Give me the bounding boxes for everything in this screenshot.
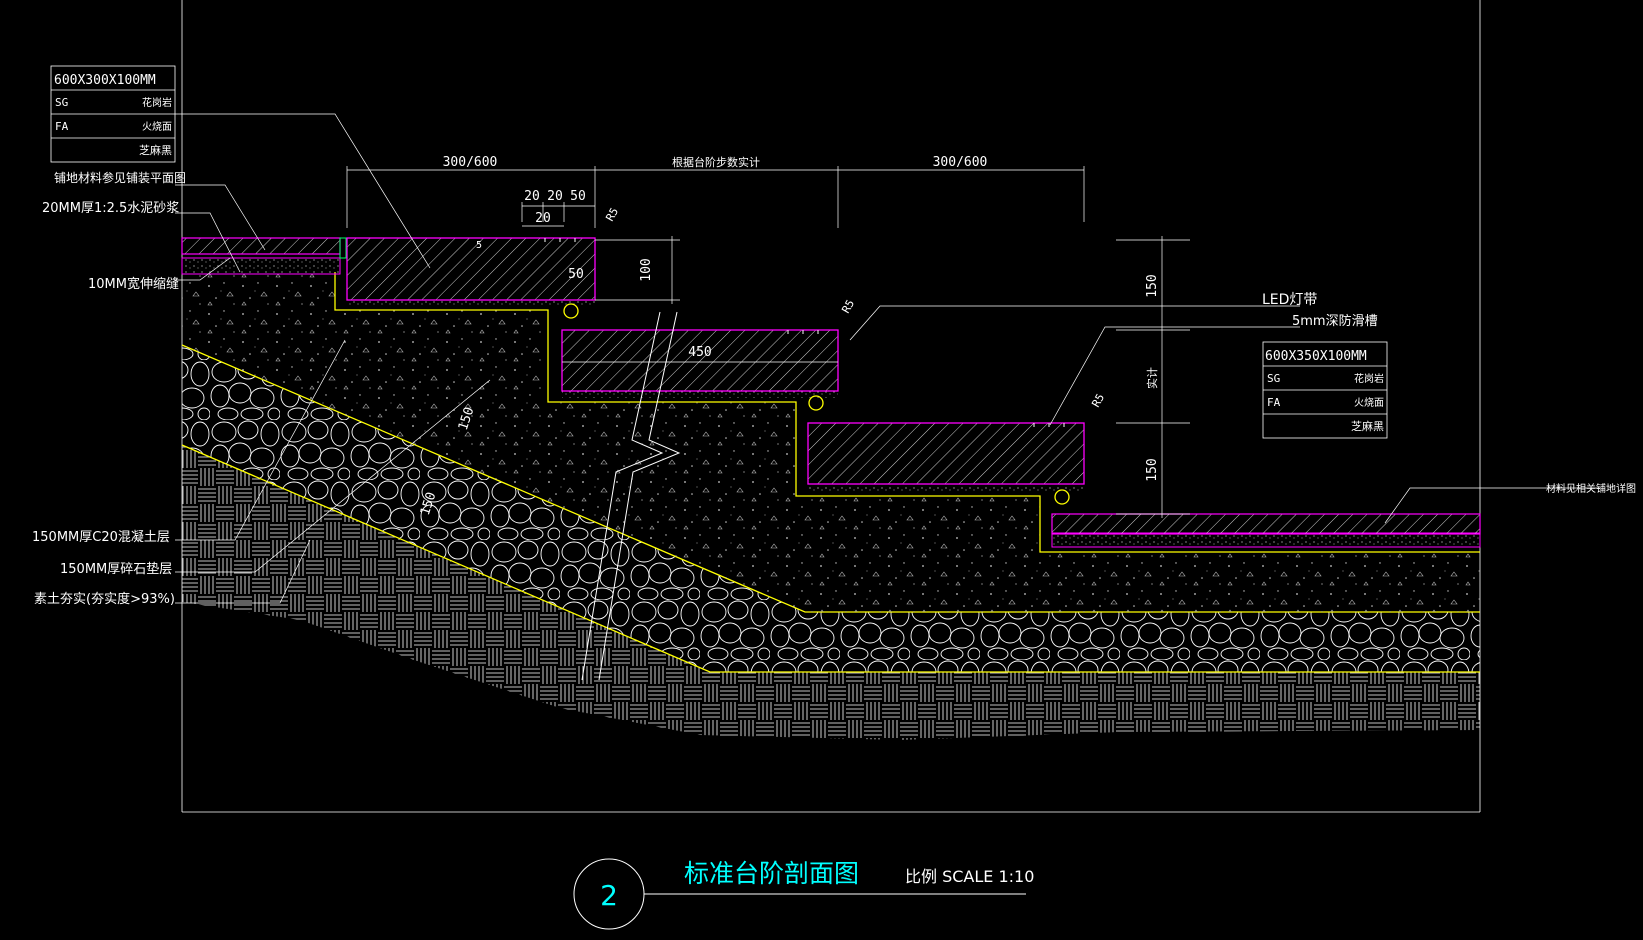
dim-50b: 50 [568,267,584,282]
paving-top-left [181,237,341,255]
label-gravel: 150MM厚碎石垫层 [60,561,172,577]
title-block: 2 标准台阶剖面图 比例 SCALE 1:10 [573,858,1034,930]
dim-tread-right: 300/600 [933,155,988,170]
label-led: LED灯带 [1262,292,1317,308]
dim-tread-mid: 根据台阶步数实计 [672,155,760,169]
dim-5: 5 [476,240,482,251]
step-2-slab [561,329,839,392]
title-scale: 比例 SCALE 1:10 [905,867,1034,886]
stair-section-drawing: 300/600 根据台阶步数实计 300/600 20 20 50 20 5 5… [32,0,1636,930]
dim-150a: 150 [1145,274,1160,297]
label-paving-ref: 铺地材料参见铺装平面图 [54,170,186,185]
label-groove: 5mm深防滑槽 [1292,313,1378,329]
legend-right-header: 600X350X100MM [1265,349,1367,364]
label-concrete: 150MM厚C20混凝土层 [32,529,170,545]
legend-top-val-1: 火烧面 [142,120,172,133]
paving-bottom-right [1051,513,1481,535]
label-mortar: 20MM厚1:2.5水泥砂浆 [42,201,179,216]
dim-r5c: R5 [1089,392,1107,410]
legend-top-code-0: SG [55,96,68,109]
label-soil: 素土夯实(夯实度>93%) [34,591,175,607]
dim-50: 50 [570,189,586,204]
legend-right-val-1: 火烧面 [1354,396,1384,409]
step-3-slab [807,422,1085,485]
dim-r5a: R5 [603,206,621,224]
legend-table-right: 600X350X100MM SG 花岗岩 FA 火烧面 芝麻黑 [1262,341,1388,439]
expansion-joint [339,237,347,259]
legend-right-code-0: SG [1267,372,1280,385]
legend-top-code-1: FA [55,120,69,133]
dim-tread-left: 300/600 [443,155,498,170]
left-labels: 铺地材料参见铺装平面图 20MM厚1:2.5水泥砂浆 10MM宽伸缩缝 150M… [32,170,186,607]
dim-20a: 20 [524,189,540,204]
title-number: 2 [600,879,618,912]
legend-right-code-1: FA [1267,396,1281,409]
label-material-ref: 材料见相关铺地详图 [1546,482,1636,495]
title-name: 标准台阶剖面图 [684,859,859,888]
right-labels: LED灯带 5mm深防滑槽 材料见相关铺地详图 [1262,292,1636,495]
dim-100: 100 [639,258,654,281]
legend-table-top: 600X300X100MM SG 花岗岩 FA 火烧面 芝麻黑 [50,65,176,163]
dim-r5b: R5 [839,298,857,316]
dim-150b: 150 [1145,458,1160,481]
step-1-slab [346,237,596,301]
legend-top-val-0: 花岗岩 [142,96,172,109]
label-joint: 10MM宽伸缩缝 [88,276,179,292]
dim-20b: 20 [547,189,563,204]
dim-20c: 20 [535,211,551,226]
legend-right-val-2: 芝麻黑 [1351,419,1384,433]
legend-top-header: 600X300X100MM [54,73,156,88]
dim-450: 450 [688,345,711,360]
dim-var: 实计 [1145,367,1159,389]
legend-top-val-2: 芝麻黑 [139,143,172,157]
legend-right-val-0: 花岗岩 [1354,372,1384,385]
